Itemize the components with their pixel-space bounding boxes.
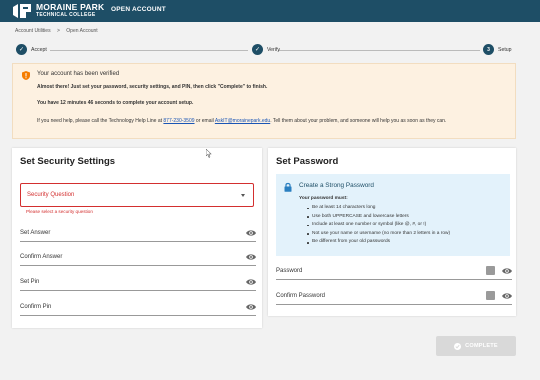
field-label: Set Answer xyxy=(20,230,51,236)
password-rule: Be different from your old passwords xyxy=(307,238,450,247)
alert-instructions: Almost there! Just set your password, se… xyxy=(37,84,268,90)
breadcrumb-separator: > xyxy=(56,28,60,34)
step-verify: ✓ Verify xyxy=(252,44,280,55)
set-answer-field[interactable]: Set Answer xyxy=(20,228,256,242)
stepper-connector xyxy=(278,49,480,51)
help-prefix: If you need help, please call the Techno… xyxy=(37,118,164,124)
set-pin-field[interactable]: Set Pin xyxy=(20,277,256,291)
field-label: Confirm Pin xyxy=(20,304,52,310)
help-email-link[interactable]: AskIT@morainepark.edu xyxy=(215,118,270,124)
password-rules-list: Be at least 14 characters long Use both … xyxy=(307,204,450,247)
eye-icon[interactable] xyxy=(502,292,512,300)
step-label: Accept xyxy=(31,46,47,53)
eye-icon[interactable] xyxy=(246,229,256,237)
password-rule: Include at least one number or symbol (l… xyxy=(307,221,450,230)
confirm-answer-field[interactable]: Confirm Answer xyxy=(20,252,256,266)
alert-help-text: If you need help, please call the Techno… xyxy=(37,117,512,125)
college-logo-icon[interactable] xyxy=(12,3,32,19)
password-field[interactable]: Password xyxy=(276,266,512,280)
security-settings-title: Set Security Settings xyxy=(20,156,116,167)
breadcrumb: Account Utilities > Open Account xyxy=(15,28,98,34)
lock-icon xyxy=(284,182,292,192)
mouse-cursor-icon xyxy=(206,149,212,158)
security-settings-card: Set Security Settings Security Question … xyxy=(12,148,262,328)
complete-button-label: COMPLETE xyxy=(465,343,498,349)
security-question-label: Security Question xyxy=(27,192,75,198)
password-requirements-heading: Create a Strong Password xyxy=(299,182,374,189)
logo-line-1: MORAINE PARK xyxy=(36,2,105,12)
confirm-pin-field[interactable]: Confirm Pin xyxy=(20,302,256,316)
help-suffix: . Tell them about your problem, and some… xyxy=(270,118,447,124)
top-bar: MORAINE PARK TECHNICAL COLLEGE OPEN ACCO… xyxy=(0,0,540,22)
password-must-label: Your password must: xyxy=(299,196,348,201)
app-title: OPEN ACCOUNT xyxy=(111,6,166,13)
step-setup: 3 Setup xyxy=(483,44,512,55)
help-phone-link[interactable]: 877-230-3509 xyxy=(163,118,194,124)
password-manager-icon[interactable] xyxy=(486,266,495,275)
check-circle-icon xyxy=(454,342,462,350)
eye-icon[interactable] xyxy=(246,278,256,286)
complete-button[interactable]: COMPLETE xyxy=(436,336,516,356)
security-question-error: Please select a security question xyxy=(26,209,93,214)
password-rule: Be at least 14 characters long xyxy=(307,204,450,213)
shield-warning-icon xyxy=(22,71,30,80)
field-label: Confirm Answer xyxy=(20,254,63,260)
step-number: 3 xyxy=(483,44,494,55)
check-icon: ✓ xyxy=(16,44,27,55)
set-password-title: Set Password xyxy=(276,156,339,167)
eye-icon[interactable] xyxy=(246,253,256,261)
password-manager-icon[interactable] xyxy=(486,291,495,300)
check-icon: ✓ xyxy=(252,44,263,55)
breadcrumb-open-account: Open Account xyxy=(66,28,98,34)
field-label: Password xyxy=(276,268,303,274)
field-label: Confirm Password xyxy=(276,293,326,299)
password-rule: Not use your name or username (no more t… xyxy=(307,230,450,239)
alert-title: Your account has been verified xyxy=(37,71,120,77)
set-password-card: Set Password Create a Strong Password Yo… xyxy=(268,148,516,316)
field-label: Set Pin xyxy=(20,279,40,285)
stepper-connector xyxy=(50,49,248,51)
confirm-password-field[interactable]: Confirm Password xyxy=(276,291,512,305)
password-rule: Use both UPPERCASE and lowercase letters xyxy=(307,213,450,222)
step-accept: ✓ Accept xyxy=(16,44,47,55)
alert-timer: You have 12 minutes 46 seconds to comple… xyxy=(37,100,194,106)
breadcrumb-account-utilities[interactable]: Account Utilities xyxy=(15,28,51,34)
eye-icon[interactable] xyxy=(246,303,256,311)
password-requirements-box: Create a Strong Password Your password m… xyxy=(276,174,510,256)
college-logo-text[interactable]: MORAINE PARK TECHNICAL COLLEGE xyxy=(36,3,104,19)
caret-down-icon xyxy=(241,194,245,197)
eye-icon[interactable] xyxy=(502,267,512,275)
security-question-select[interactable]: Security Question xyxy=(20,183,254,207)
logo-line-2: TECHNICAL COLLEGE xyxy=(36,12,96,18)
verification-alert: Your account has been verified Almost th… xyxy=(12,63,516,139)
help-mid: or email xyxy=(194,118,215,124)
step-label: Setup xyxy=(498,46,512,53)
step-label: Verify xyxy=(267,46,280,53)
progress-stepper: ✓ Accept ✓ Verify 3 Setup xyxy=(16,44,516,56)
